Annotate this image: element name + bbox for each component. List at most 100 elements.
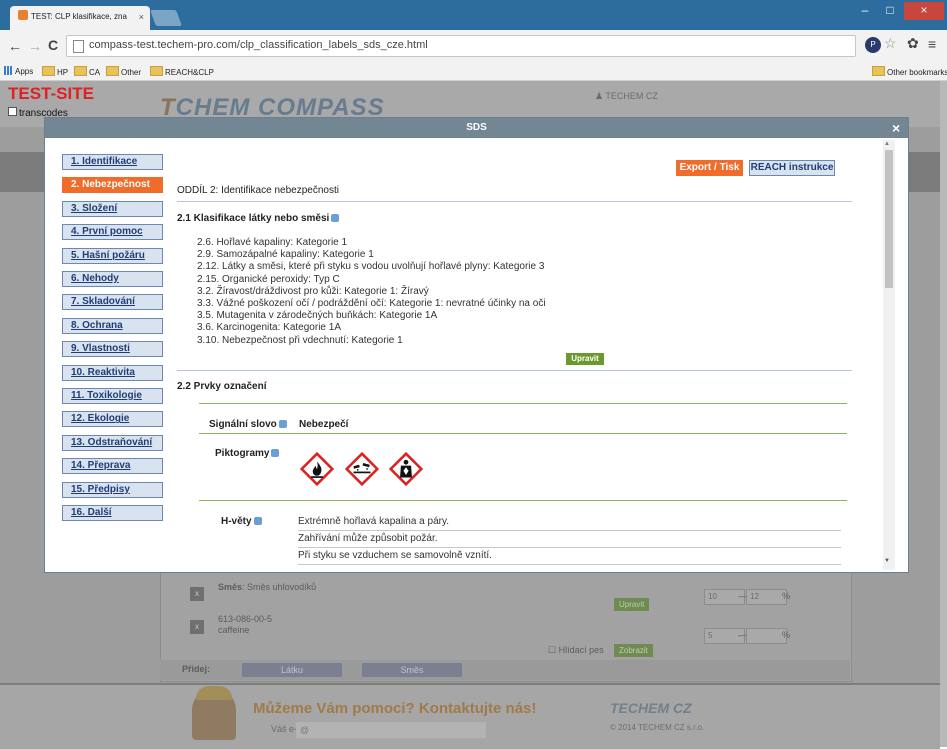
checkbox-box[interactable] (8, 107, 17, 116)
gear-icon[interactable]: ✿ (907, 35, 919, 52)
h-statements-label: H-věty (221, 516, 262, 527)
footer-copyright: © 2014 TECHEM CZ s.r.o. (610, 723, 705, 732)
menu-icon[interactable]: ≡ (928, 36, 936, 52)
sidebar-item-8[interactable]: 8. Ochrana (62, 317, 163, 334)
page-scrollbar[interactable] (940, 81, 947, 747)
window-minimize-button[interactable]: – (853, 2, 877, 20)
h-statement: Zahřívání může způsobit požár. (298, 530, 841, 548)
sidebar-item-4[interactable]: 4. První pomoc (62, 224, 163, 241)
divider (177, 370, 852, 371)
reload-icon[interactable]: C (48, 37, 58, 53)
signal-word-value: Nebezpečí (299, 419, 349, 430)
email-input[interactable]: @ (296, 722, 486, 738)
modal-scrollbar-thumb[interactable] (885, 150, 893, 288)
forward-arrow-icon[interactable]: → (28, 38, 42, 54)
hazard-item: 3.3. Vážné poškození očí / podráždění oč… (197, 298, 546, 309)
edit-classification-button[interactable]: Upravit (566, 353, 604, 365)
window-maximize-button[interactable]: □ (878, 2, 902, 20)
folder-icon (872, 66, 885, 76)
star-icon[interactable]: ☆ (884, 35, 897, 52)
divider (199, 433, 847, 434)
flame-pictogram-icon[interactable] (300, 452, 334, 486)
row2-max-input[interactable] (746, 628, 787, 644)
page-icon (73, 40, 84, 53)
modal-close-icon[interactable]: × (892, 119, 900, 137)
hazard-item: 2.6. Hořlavé kapaliny: Kategorie 1 (197, 237, 348, 248)
hazard-item: 3.10. Nebezpečnost při vdechnutí: Katego… (197, 334, 403, 346)
tab-title: TEST: CLP klasifikace, zna (31, 12, 127, 21)
folder-icon (106, 66, 119, 76)
helmet-icon (196, 686, 232, 700)
remove-row-button[interactable]: x (190, 587, 204, 601)
worker-avatar (192, 686, 236, 740)
scroll-up-icon[interactable]: ▲ (884, 141, 890, 147)
address-bar[interactable]: compass-test.techem-pro.com/clp_classifi… (66, 35, 856, 57)
health-hazard-pictogram-icon[interactable] (389, 452, 423, 486)
sidebar-item-16[interactable]: 16. Další (62, 505, 163, 521)
row1-max-input[interactable]: 12 (746, 589, 787, 605)
info-icon[interactable] (253, 517, 262, 525)
footer-logo: TECHEM CZ (610, 700, 692, 716)
sidebar-item-13[interactable]: 13. Odstraňování (62, 434, 163, 451)
sidebar-item-15[interactable]: 15. Předpisy (62, 481, 163, 498)
bookmark-other-bookmarks[interactable]: Other bookmarks (872, 66, 947, 77)
bookmark-reach-clp[interactable]: REACH&CLP (150, 66, 214, 77)
h-statement: Při styku se vzduchem se samovolně vznít… (298, 547, 841, 565)
reach-instructions-button[interactable]: REACH instrukce (749, 160, 835, 176)
bookmark-ca[interactable]: CA (74, 66, 100, 77)
window-close-button[interactable]: × (904, 2, 944, 20)
sidebar-item-5[interactable]: 5. Hašní požáru (62, 247, 163, 264)
modal-title: SDS (45, 118, 908, 138)
sidebar-item-1[interactable]: 1. Identifikace (62, 154, 163, 170)
folder-icon (150, 66, 163, 76)
browser-tab[interactable]: TEST: CLP klasifikace, zna × (10, 6, 150, 30)
test-site-label: TEST-SITE (8, 84, 94, 103)
scroll-down-icon[interactable]: ▼ (884, 558, 890, 564)
divider (199, 500, 847, 501)
sidebar-item-6[interactable]: 6. Nehody (62, 271, 163, 287)
tab-close-icon[interactable]: × (139, 12, 144, 22)
row1-edit-button[interactable]: Upravit (614, 598, 650, 611)
signal-word-label: Signální slovo (209, 419, 287, 430)
folder-icon (42, 66, 55, 76)
back-arrow-icon[interactable]: ← (8, 38, 22, 54)
url-text: compass-test.techem-pro.com/clp_classifi… (89, 39, 428, 51)
info-icon[interactable] (331, 214, 340, 222)
info-icon[interactable] (278, 420, 287, 428)
sidebar-item-10[interactable]: 10. Reaktivita (62, 364, 163, 381)
hazard-item: 3.2. Žíravost/dráždivost pro kůži: Kateg… (197, 285, 429, 297)
sidebar-item-12[interactable]: 12. Ekologie (62, 411, 163, 428)
row2-watchdog-checkbox[interactable]: ☐ Hlídací pes (548, 645, 604, 656)
new-tab-button[interactable] (150, 10, 182, 26)
row1-percent: % (782, 591, 791, 601)
export-print-button[interactable]: Export / Tisk (676, 160, 743, 176)
sidebar-item-11[interactable]: 11. Toxikologie (62, 388, 163, 404)
bookmark-apps[interactable]: Apps (4, 66, 33, 76)
add-mixture-button[interactable]: Směs (362, 663, 462, 677)
help-heading: Můžeme Vám pomoci? Kontaktujte nás! (253, 700, 537, 717)
sidebar-item-2[interactable]: 2. Nebezpečnost (62, 177, 163, 194)
row2-code: 613-086-00-5 (218, 614, 273, 624)
hazard-item: 3.5. Mutagenita v zárodečných buňkách: K… (197, 310, 438, 322)
bookmark-other[interactable]: Other (106, 66, 141, 77)
sds-modal (45, 118, 908, 572)
section-title: ODDÍL 2: Identifikace nebezpečnosti (177, 185, 339, 196)
row2-show-button[interactable]: Zobrazit (614, 644, 653, 657)
row2-percent: % (782, 630, 791, 640)
divider (177, 201, 852, 202)
sidebar-item-7[interactable]: 7. Skladování (62, 294, 163, 311)
info-icon[interactable] (271, 449, 280, 457)
sidebar-item-14[interactable]: 14. Přeprava (62, 458, 163, 475)
add-substance-button[interactable]: Látku (242, 663, 342, 677)
sidebar-item-3[interactable]: 3. Složení (62, 200, 163, 217)
remove-row-button[interactable]: x (190, 620, 204, 634)
folder-icon (74, 66, 87, 76)
bookmarks-bar (0, 64, 947, 81)
row1-text: Směs: Směs uhlovodíků (218, 582, 317, 592)
bookmark-hp[interactable]: HP (42, 66, 68, 77)
user-name[interactable]: ♟ TECHEM CZ (595, 91, 658, 102)
corrosion-pictogram-icon[interactable] (345, 452, 379, 486)
hazard-item: 2.9. Samozápalné kapaliny: Kategorie 1 (197, 249, 374, 261)
extension-icon[interactable]: P (865, 37, 881, 53)
sidebar-item-9[interactable]: 9. Vlastnosti (62, 341, 163, 358)
